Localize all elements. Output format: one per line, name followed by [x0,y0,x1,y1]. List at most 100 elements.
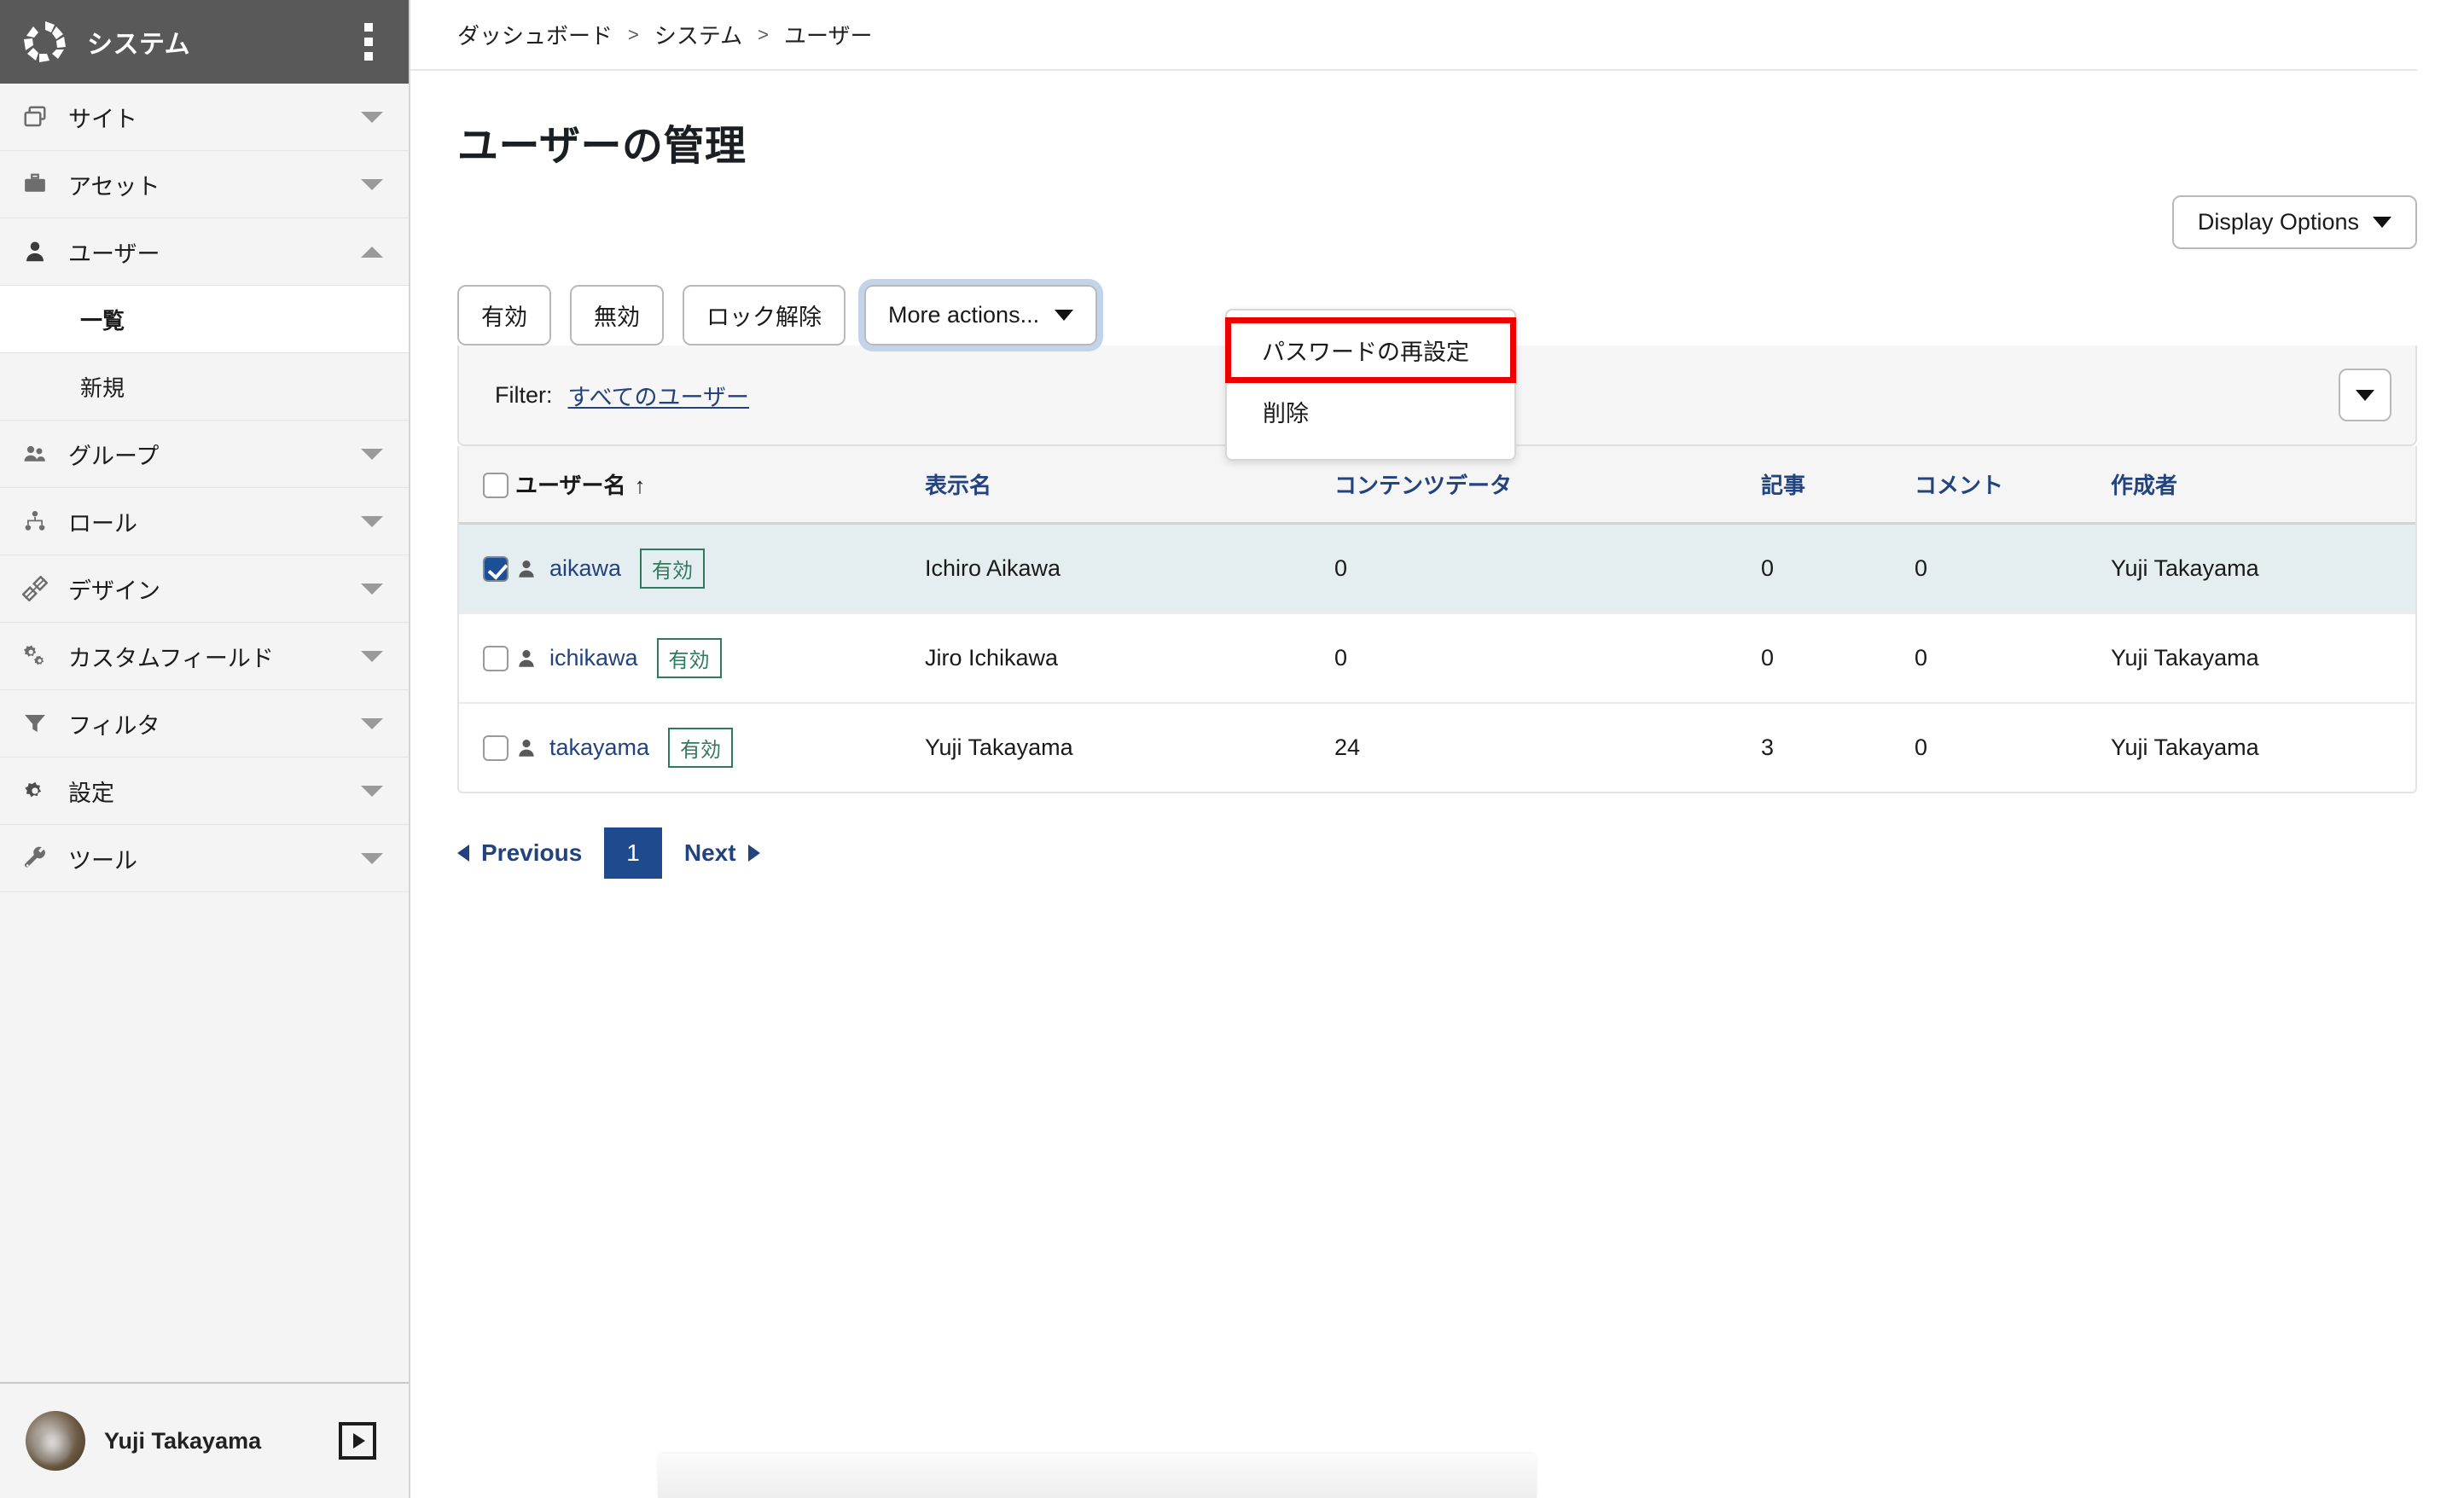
breadcrumb-item-dashboard[interactable]: ダッシュボード [457,19,613,50]
cell-content-data: 24 [1334,734,1361,760]
sidebar-item-users[interactable]: ユーザー [0,218,409,286]
sidebar-item-assets[interactable]: アセット [0,151,409,218]
user-icon [22,239,61,264]
column-header-articles[interactable]: 記事 [1761,446,1915,524]
sidebar-item-design[interactable]: デザイン [0,555,409,623]
disable-button[interactable]: 無効 [570,285,664,345]
cell-creator: Yuji Takayama [2111,734,2259,760]
chevron-down-icon [361,178,383,190]
funnel-icon [22,711,61,736]
sidebar-item-sites[interactable]: サイト [0,84,409,151]
breadcrumb-item-users[interactable]: ユーザー [784,19,872,50]
avatar[interactable] [26,1411,85,1471]
cell-creator: Yuji Takayama [2111,645,2259,671]
cell-display-name: Yuji Takayama [925,734,1073,760]
sidebar-subitem-label: 新規 [80,374,125,401]
cell-creator: Yuji Takayama [2111,555,2259,581]
cell-username: aikawa 有効 [515,524,925,614]
app-root: システム サイト アセット ユーザー 一覧 新規 グループ ロール デザイン カ… [0,0,2464,1498]
app-logo-icon [22,19,68,65]
username-link[interactable]: aikawa [549,555,621,582]
column-header-label: 記事 [1761,473,1806,498]
previous-page-button[interactable]: Previous [457,839,582,867]
wrench-icon [22,845,61,871]
sidebar-item-label: 設定 [68,780,114,806]
kebab-menu-icon[interactable] [359,18,378,66]
sidebar-header: システム [0,0,409,84]
column-header-label: 作成者 [2111,473,2178,498]
sidebar-item-users-new[interactable]: 新規 [0,353,409,421]
breadcrumb-separator: > [758,23,769,45]
main-content: ダッシュボード > システム > ユーザー ユーザーの管理 Display Op… [410,0,2464,1498]
row-select-cell [459,613,515,703]
users-group-icon [22,441,61,467]
cell-display-name: Jiro Ichikawa [925,645,1059,671]
next-label: Next [683,839,736,866]
menu-item-reset-password[interactable]: パスワードの再設定 [1225,317,1516,383]
chevron-down-icon [361,111,383,123]
table-row[interactable]: aikawa 有効 Ichiro Aikawa 0 0 0 Yuji Takay… [459,523,2415,614]
gear-icon [22,778,61,804]
sidebar-item-label: グループ [68,443,160,469]
next-page-button[interactable]: Next [684,839,760,867]
filter-value-link[interactable]: すべてのユーザー [568,379,750,412]
breadcrumb-item-system[interactable]: システム [654,19,742,50]
menu-item-delete[interactable]: 削除 [1227,383,1514,440]
column-header-label: ユーザー名 [515,473,626,498]
sidebar-nav: サイト アセット ユーザー 一覧 新規 グループ ロール デザイン カスタムフィ… [0,84,409,1382]
sidebar-item-groups[interactable]: グループ [0,421,409,488]
column-header-creator[interactable]: 作成者 [2111,446,2415,524]
sitemap-icon [22,508,61,534]
cell-comments: 0 [1915,645,1928,671]
sidebar-item-label: カスタムフィールド [68,645,274,671]
user-icon [515,737,538,759]
unlock-button[interactable]: ロック解除 [683,285,846,345]
row-checkbox[interactable] [483,646,508,672]
disable-label: 無効 [594,305,640,330]
sidebar-item-settings[interactable]: 設定 [0,758,409,825]
row-select-cell [459,703,515,792]
column-header-comments[interactable]: コメント [1915,446,2111,524]
users-table: ユーザー名 ↑ 表示名 コンテンツデータ 記事 コメント 作成者 aikawa … [459,446,2415,792]
enable-label: 有効 [481,305,527,330]
cell-display-name: Ichiro Aikawa [925,555,1061,581]
chevron-down-icon [361,583,383,595]
chevron-right-icon [747,845,760,862]
select-all-checkbox[interactable] [483,472,508,498]
column-header-username[interactable]: ユーザー名 ↑ [515,446,925,524]
chevron-down-icon [361,650,383,662]
sidebar-item-roles[interactable]: ロール [0,488,409,555]
cogs-icon [22,643,61,669]
cell-articles: 3 [1761,734,1775,760]
menu-item-label: パスワードの再設定 [1262,340,1469,365]
more-actions-label: More actions... [888,302,1040,328]
chevron-down-icon [1055,310,1074,321]
row-checkbox[interactable] [483,556,508,583]
username-link[interactable]: takayama [549,734,649,761]
sidebar-item-users-list[interactable]: 一覧 [0,286,409,353]
sidebar-item-tools[interactable]: ツール [0,825,409,892]
column-header-label: コンテンツデータ [1334,473,1513,498]
table-row[interactable]: ichikawa 有効 Jiro Ichikawa 0 0 0 Yuji Tak… [459,613,2415,703]
username-link[interactable]: ichikawa [549,645,638,671]
chevron-up-icon [361,246,383,258]
sidebar-item-label: アセット [68,173,160,200]
panel-toggle-icon[interactable] [339,1422,376,1460]
more-actions-button[interactable]: More actions... [857,279,1104,351]
chevron-down-icon [361,515,383,527]
sidebar-item-custom-fields[interactable]: カスタムフィールド [0,623,409,690]
sidebar-footer: Yuji Takayama [0,1382,409,1498]
sidebar: システム サイト アセット ユーザー 一覧 新規 グループ ロール デザイン カ… [0,0,410,1498]
bottom-panel-edge [658,1454,1537,1498]
sidebar-item-filters[interactable]: フィルタ [0,690,409,758]
cell-content-data: 0 [1334,645,1348,671]
more-actions-menu: パスワードの再設定 削除 [1225,309,1516,461]
row-checkbox[interactable] [483,735,508,762]
table-row[interactable]: takayama 有効 Yuji Takayama 24 3 0 Yuji Ta… [459,703,2415,792]
display-options-button[interactable]: Display Options [2171,195,2417,249]
breadcrumb-separator: > [628,23,639,45]
windows-icon [22,104,61,130]
page-number-1[interactable]: 1 [604,827,662,879]
filter-dropdown-button[interactable] [2339,369,2391,421]
enable-button[interactable]: 有効 [457,285,551,345]
